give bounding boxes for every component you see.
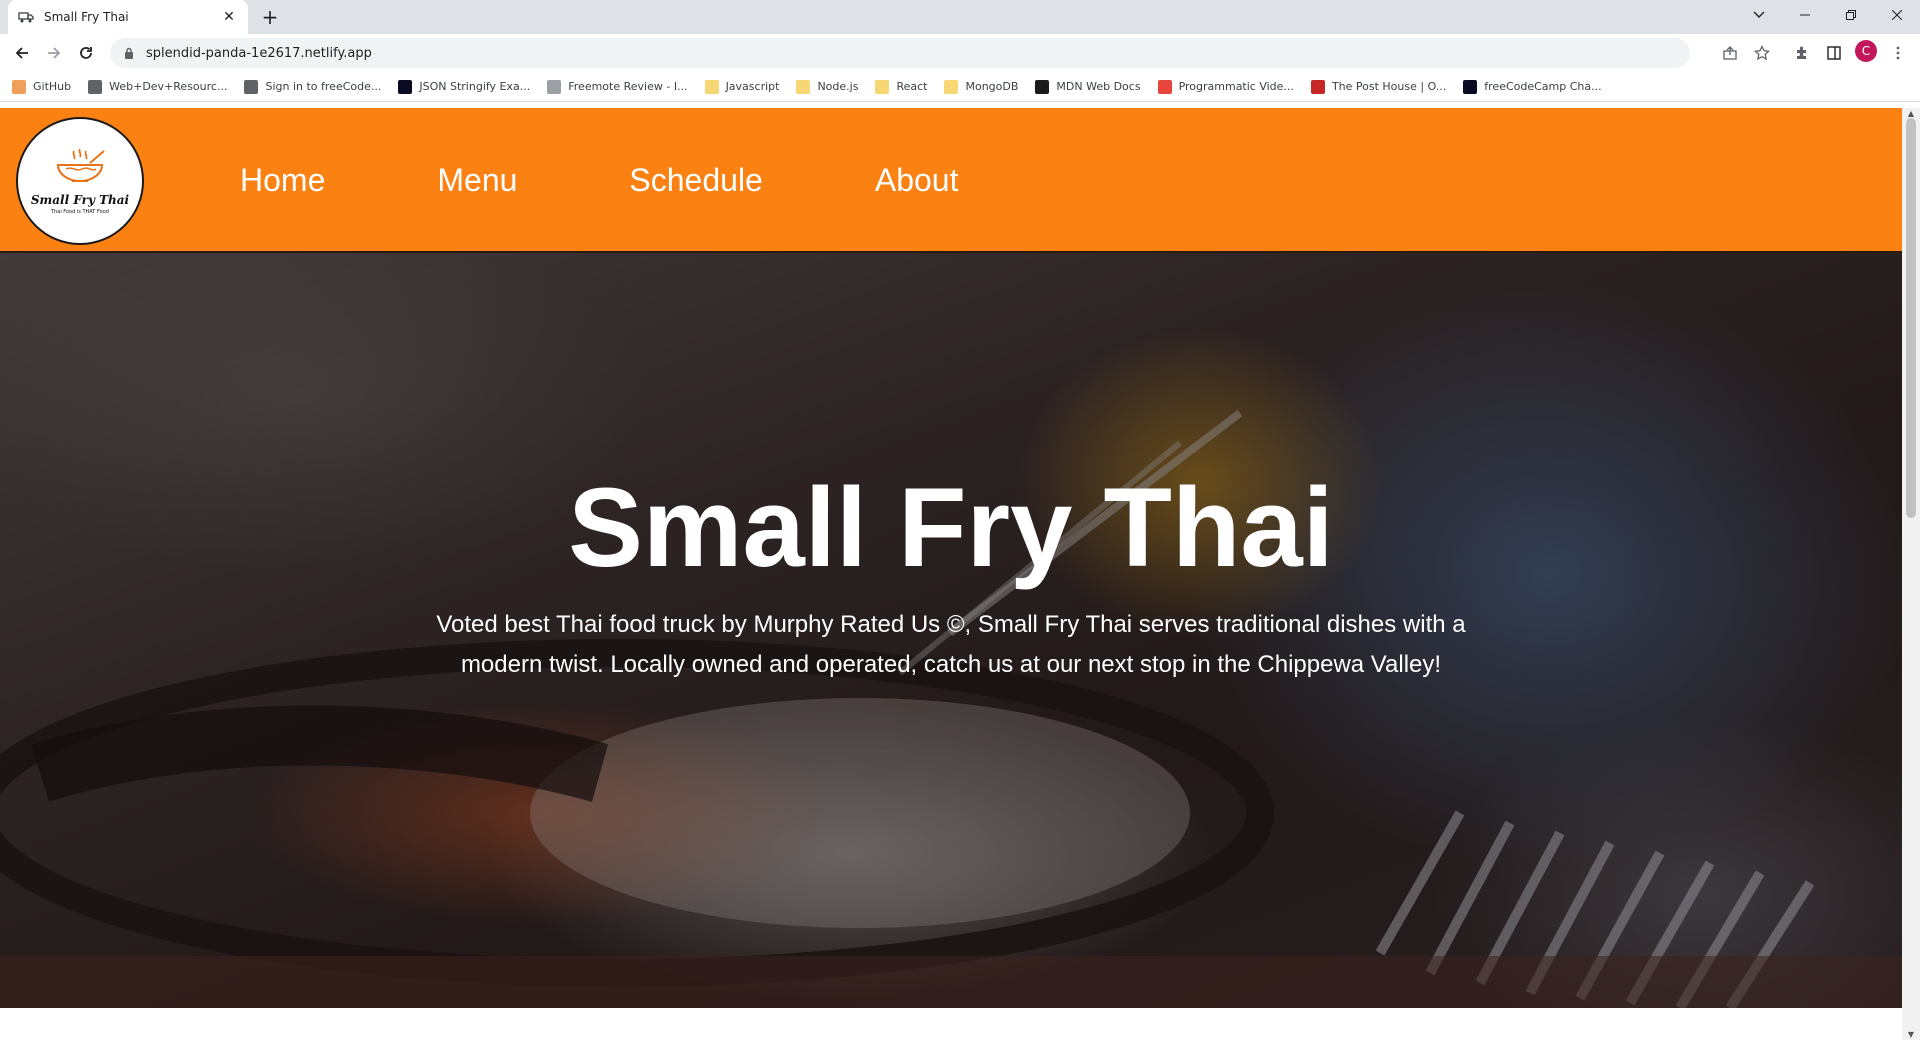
menu-icon[interactable] (1886, 41, 1910, 65)
bookmark-icon (796, 79, 811, 94)
nav-home[interactable]: Home (240, 162, 325, 199)
bookmark-icon (875, 79, 890, 94)
bookmark-label: Node.js (817, 80, 859, 93)
new-tab-button[interactable]: + (258, 5, 282, 29)
bookmark-item[interactable]: MongoDB (944, 79, 1019, 94)
bookmark-label: freeCodeCamp Cha... (1484, 80, 1602, 93)
bookmark-star-icon[interactable] (1750, 41, 1774, 65)
close-window-icon[interactable] (1874, 0, 1920, 30)
bookmark-label: Freemote Review - I... (568, 80, 688, 93)
scroll-up-icon[interactable]: ▲ (1906, 109, 1916, 118)
bookmark-item[interactable]: Node.js (796, 79, 859, 94)
food-truck-icon (18, 9, 34, 25)
restore-icon[interactable] (1828, 0, 1874, 30)
main-nav: Home Menu Schedule About (240, 108, 1070, 253)
logo-name: Small Fry Thai (30, 193, 130, 207)
minimize-icon[interactable] (1782, 0, 1828, 30)
bookmark-label: Javascript (725, 80, 780, 93)
tab-strip: Small Fry Thai ✕ + (0, 0, 1920, 34)
scroll-down-icon[interactable]: ▼ (1906, 1030, 1916, 1039)
bookmark-label: The Post House | O... (1331, 80, 1447, 93)
browser-toolbar: splendid-panda-1e2617.netlify.app (0, 34, 1920, 72)
reload-icon[interactable] (74, 41, 98, 65)
tab-search-icon[interactable] (1736, 0, 1782, 30)
bookmark-icon (244, 79, 259, 94)
bookmark-label: JSON Stringify Exa... (419, 80, 531, 93)
noodle-bowl-icon (52, 147, 108, 191)
bookmark-icon (704, 79, 719, 94)
hero-bottom-band (0, 956, 1902, 1008)
lock-icon (122, 46, 136, 60)
bookmark-item[interactable]: Sign in to freeCode... (244, 79, 382, 94)
page-viewport: Small Fry Thai Thai Food is THAT Food Ho… (0, 108, 1902, 1040)
page-scrollbar[interactable]: ▲ ▼ (1902, 108, 1920, 1040)
nav-about[interactable]: About (875, 162, 959, 199)
url-text: splendid-panda-1e2617.netlify.app (146, 45, 372, 61)
bookmark-item[interactable]: Freemote Review - I... (547, 79, 688, 94)
bookmark-label: MongoDB (965, 80, 1019, 93)
scrollbar-thumb[interactable] (1906, 118, 1916, 518)
bookmark-icon (12, 79, 26, 94)
bookmark-icon (547, 79, 562, 94)
bookmark-item[interactable]: GitHub (12, 79, 72, 94)
bookmark-label: Sign in to freeCode... (265, 80, 382, 93)
bookmark-icon (88, 79, 103, 94)
bookmark-label: MDN Web Docs (1056, 80, 1141, 93)
share-icon[interactable] (1718, 41, 1742, 65)
bookmark-item[interactable]: MDN Web Docs (1035, 79, 1141, 94)
close-tab-icon[interactable]: ✕ (220, 8, 238, 26)
bookmark-icon (1157, 79, 1172, 94)
side-panel-icon[interactable] (1822, 41, 1846, 65)
site-logo[interactable]: Small Fry Thai Thai Food is THAT Food (16, 117, 144, 245)
hero-title: Small Fry Thai (568, 465, 1334, 590)
address-bar[interactable]: splendid-panda-1e2617.netlify.app (110, 38, 1690, 68)
nav-menu[interactable]: Menu (437, 162, 517, 199)
bookmark-item[interactable]: The Post House | O... (1310, 79, 1447, 94)
bookmark-label: React (896, 80, 928, 93)
logo-tagline: Thai Food is THAT Food (51, 209, 109, 215)
extensions-icon[interactable] (1790, 41, 1814, 65)
bookmark-icon (1310, 79, 1325, 94)
bookmark-item[interactable]: Javascript (704, 79, 780, 94)
bookmark-label: Web+Dev+Resourc... (109, 80, 228, 93)
bookmark-icon (1463, 79, 1478, 94)
profile-avatar[interactable]: C (1855, 40, 1877, 62)
bookmark-label: Programmatic Vide... (1178, 80, 1294, 93)
nav-schedule[interactable]: Schedule (629, 162, 762, 199)
site-header: Small Fry Thai Thai Food is THAT Food Ho… (0, 108, 1902, 253)
bookmark-icon (398, 79, 413, 94)
bookmark-item[interactable]: React (875, 79, 928, 94)
bookmark-icon (1035, 79, 1050, 94)
tab-title: Small Fry Thai (44, 10, 129, 24)
bookmark-item[interactable]: Programmatic Vide... (1157, 79, 1294, 94)
back-icon[interactable] (10, 41, 34, 65)
bookmark-label: GitHub (33, 80, 72, 93)
bookmark-icon (944, 79, 959, 94)
bookmarks-bar: GitHub Web+Dev+Resourc... Sign in to freeC… (0, 72, 1920, 102)
bookmark-item[interactable]: freeCodeCamp Cha... (1463, 79, 1602, 94)
hero-section: Small Fry Thai Voted best Thai food truc… (0, 253, 1902, 1008)
bookmark-item[interactable]: Web+Dev+Resourc... (88, 79, 228, 94)
bookmark-item[interactable]: JSON Stringify Exa... (398, 79, 531, 94)
browser-tab[interactable]: Small Fry Thai ✕ (8, 0, 248, 34)
forward-icon[interactable] (42, 41, 66, 65)
hero-description: Voted best Thai food truck by Murphy Rat… (436, 611, 1466, 678)
